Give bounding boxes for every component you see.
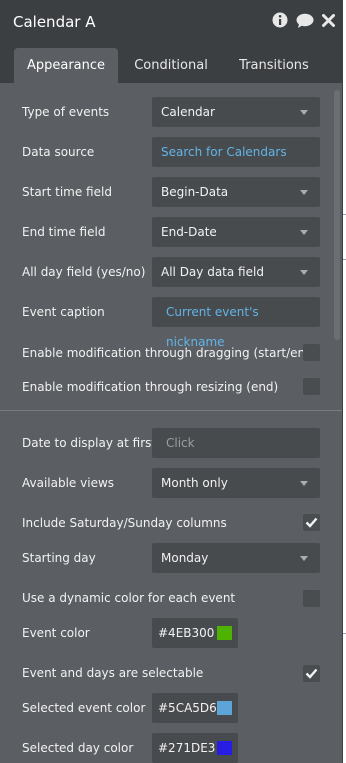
dynamic-color-label: Use a dynamic color for each event (22, 591, 236, 605)
chevron-down-icon (300, 270, 308, 275)
selected-day-color-label: Selected day color (22, 741, 134, 755)
starting-day-dropdown[interactable]: Monday (152, 543, 320, 573)
selected-event-color-value: #5CA5D6 (158, 701, 217, 715)
selected-event-color-label: Selected event color (22, 701, 146, 715)
resize-mod-checkbox[interactable] (303, 378, 320, 395)
chevron-down-icon (300, 481, 308, 486)
tab-conditional[interactable]: Conditional (122, 48, 220, 83)
chevron-down-icon (300, 556, 308, 561)
event-caption-label: Event caption (22, 305, 105, 319)
chevron-down-icon (300, 190, 308, 195)
data-source-input[interactable]: Search for Calendars (152, 137, 320, 167)
start-time-label: Start time field (22, 185, 112, 199)
available-views-label: Available views (22, 476, 115, 490)
date-first-input[interactable]: Click (152, 428, 320, 458)
selected-day-color-value: #271DE3 (158, 741, 216, 755)
event-color-swatch (217, 626, 232, 640)
section-divider (0, 410, 342, 411)
weekend-cols-checkbox[interactable] (303, 514, 320, 531)
date-first-label: Date to display at first (22, 436, 157, 450)
weekend-cols-label: Include Saturday/Sunday columns (22, 516, 227, 530)
all-day-label: All day field (yes/no) (22, 265, 146, 279)
tabs-bar: Appearance Conditional Transitions (0, 40, 342, 83)
selectable-label: Event and days are selectable (22, 666, 204, 680)
dynamic-color-checkbox[interactable] (303, 590, 320, 607)
panel-header: Calendar A (0, 0, 342, 40)
event-caption-input[interactable]: Current event's nickname (152, 297, 320, 349)
starting-day-label: Starting day (22, 551, 96, 565)
start-time-value: Begin-Data (161, 185, 229, 199)
checkmark-icon (305, 517, 318, 528)
starting-day-value: Monday (161, 551, 209, 565)
type-of-events-dropdown[interactable]: Calendar (152, 97, 320, 127)
all-day-dropdown[interactable]: All Day data field (152, 257, 320, 287)
resize-mod-label: Enable modification through resizing (en… (22, 380, 279, 394)
available-views-dropdown[interactable]: Month only (152, 468, 320, 498)
scrollbar[interactable] (334, 90, 340, 340)
close-icon[interactable] (322, 14, 338, 30)
panel-title: Calendar A (13, 13, 96, 31)
type-of-events-value: Calendar (161, 105, 215, 119)
all-day-value: All Day data field (161, 265, 264, 279)
selectable-checkbox[interactable] (303, 665, 320, 682)
drag-mod-label: Enable modification through dragging (st… (22, 346, 318, 360)
event-color-picker[interactable]: #4EB300 (152, 618, 238, 648)
chevron-down-icon (300, 110, 308, 115)
tab-transitions[interactable]: Transitions (226, 48, 322, 83)
property-editor-panel: Calendar A Appearance Conditional Transi… (0, 0, 343, 763)
end-time-label: End time field (22, 225, 106, 239)
chevron-down-icon (300, 230, 308, 235)
type-of-events-label: Type of events (22, 105, 110, 119)
selected-day-color-picker[interactable]: #271DE3 (152, 733, 238, 763)
selected-event-color-picker[interactable]: #5CA5D6 (152, 693, 238, 723)
data-source-label: Data source (22, 145, 95, 159)
selected-day-color-swatch (217, 741, 232, 755)
event-color-value: #4EB300 (158, 626, 215, 640)
end-time-value: End-Date (161, 225, 217, 239)
selected-event-color-swatch (217, 701, 232, 715)
info-icon[interactable] (272, 12, 288, 28)
drag-mod-checkbox[interactable] (303, 344, 320, 361)
end-time-dropdown[interactable]: End-Date (152, 217, 320, 247)
available-views-value: Month only (161, 476, 228, 490)
start-time-dropdown[interactable]: Begin-Data (152, 177, 320, 207)
comment-icon[interactable] (296, 13, 314, 29)
checkmark-icon (305, 668, 318, 679)
tab-appearance[interactable]: Appearance (14, 48, 118, 83)
event-color-label: Event color (22, 626, 90, 640)
